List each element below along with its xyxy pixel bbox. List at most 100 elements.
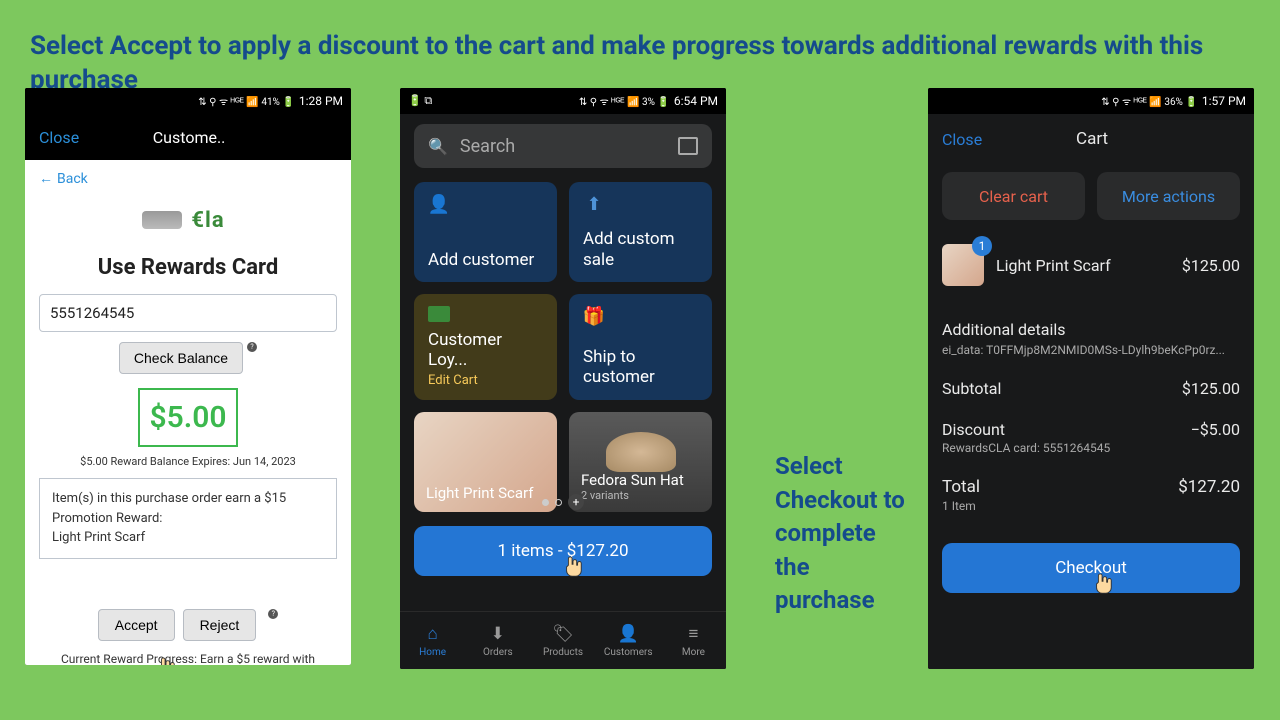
status-time: 6:54 PM (674, 94, 718, 108)
item-name: Light Print Scarf (996, 256, 1170, 275)
tile-label: Customer Loy... (428, 330, 543, 371)
item-thumbnail: 1 (942, 244, 984, 286)
more-actions-button[interactable]: More actions (1097, 172, 1240, 220)
upload-icon: ⬆ (583, 194, 605, 214)
ship-to-customer-tile[interactable]: 🎁 Ship to customer (569, 294, 712, 400)
loyalty-icon (428, 306, 450, 322)
close-button[interactable]: Close (942, 130, 982, 149)
tile-label: Add custom sale (583, 229, 698, 270)
total-row: Total 1 Item $127.20 (942, 477, 1240, 513)
product-tile-scarf[interactable]: Light Print Scarf (414, 412, 557, 512)
status-time: 1:57 PM (1202, 94, 1246, 108)
tile-label: Add customer (428, 250, 543, 270)
cart-body: Close Cart Clear cart More actions 1 Lig… (928, 114, 1254, 669)
page-dots[interactable]: + (542, 494, 584, 510)
details-value: ei_data: T0FFMjp8M2NMID0MSs-LDylh9beKcPp… (942, 343, 1240, 357)
more-icon: ≡ (688, 624, 698, 644)
app-header: Close Custome.. (25, 114, 351, 160)
nav-customers[interactable]: 👤Customers (596, 612, 661, 669)
subtotal-label: Subtotal (942, 379, 1001, 398)
help-icon[interactable]: ? (268, 609, 278, 619)
checkout-button[interactable]: Checkout (942, 543, 1240, 593)
products-icon: 🏷 (552, 624, 574, 644)
search-icon: 🔍 (428, 137, 448, 156)
status-bar: ⇅ ⚲ ᯤ ᴴᴳᴱ 📶 36% 🔋 1:57 PM (928, 88, 1254, 114)
details-label: Additional details (942, 320, 1240, 339)
back-link[interactable]: Back (25, 160, 351, 197)
product-variants: 2 variants (581, 489, 700, 502)
promo-text: Item(s) in this purchase order earn a $1… (52, 489, 324, 528)
rewards-body: Back €la Use Rewards Card 5551264545 Che… (25, 160, 351, 665)
cart-header: Close Cart (942, 114, 1240, 164)
home-icon: ⌂ (427, 624, 437, 644)
card-number-input[interactable]: 5551264545 (39, 294, 337, 332)
status-bar: ⇅ ⚲ ᯤ ᴴᴳᴱ 📶 41% 🔋 1:28 PM (25, 88, 351, 114)
clear-cart-button[interactable]: Clear cart (942, 172, 1085, 220)
orders-icon: ⬇ (491, 624, 505, 644)
quantity-badge: 1 (972, 236, 992, 256)
discount-row[interactable]: Discount RewardsCLA card: 5551264545 −$5… (942, 420, 1240, 455)
discount-label: Discount (942, 420, 1110, 439)
nav-orders[interactable]: ⬇Orders (465, 612, 530, 669)
reject-button[interactable]: Reject (183, 609, 257, 641)
cart-phone: ⇅ ⚲ ᯤ ᴴᴳᴱ 📶 36% 🔋 1:57 PM Close Cart Cle… (928, 88, 1254, 669)
nav-home[interactable]: ⌂Home (400, 612, 465, 669)
close-button[interactable]: Close (39, 128, 79, 147)
add-customer-tile[interactable]: 👤 Add customer (414, 182, 557, 282)
barcode-scan-icon[interactable] (678, 137, 698, 155)
discount-value: −$5.00 (1191, 420, 1240, 439)
rewards-heading: Use Rewards Card (25, 255, 351, 280)
additional-details[interactable]: Additional details ei_data: T0FFMjp8M2NM… (942, 320, 1240, 357)
status-icons: ⇅ ⚲ ᯤ ᴴᴳᴱ 📶 3% 🔋 (579, 94, 670, 108)
gift-icon: 🎁 (583, 306, 605, 326)
header-title: Custome.. (79, 128, 299, 147)
nav-products[interactable]: 🏷Products (530, 612, 595, 669)
pos-body: 🔍 Search 👤 Add customer ⬆ Add custom sal… (400, 114, 726, 669)
side-instruction: Select Checkout to complete the purchase (775, 450, 915, 618)
status-icons: ⇅ ⚲ ᯤ ᴴᴳᴱ 📶 36% 🔋 (1101, 94, 1198, 108)
subtotal-row: Subtotal $125.00 (942, 379, 1240, 398)
status-icons: ⇅ ⚲ ᯤ ᴴᴳᴱ 📶 41% 🔋 (198, 94, 295, 108)
balance-display: $5.00 (138, 388, 238, 447)
total-sub: 1 Item (942, 499, 980, 513)
total-label: Total (942, 477, 980, 497)
status-bar: 🔋 ⧉ ⇅ ⚲ ᯤ ᴴᴳᴱ 📶 3% 🔋 6:54 PM (400, 88, 726, 114)
total-value: $127.20 (1178, 477, 1240, 497)
status-left: 🔋 ⧉ (408, 94, 432, 108)
tile-sublabel: Edit Cart (428, 373, 543, 388)
checkout-label: Checkout (1055, 558, 1127, 578)
product-tile-hat[interactable]: Fedora Sun Hat 2 variants (569, 412, 712, 512)
item-price: $125.00 (1182, 256, 1240, 275)
add-custom-sale-tile[interactable]: ⬆ Add custom sale (569, 182, 712, 282)
product-name: Light Print Scarf (426, 484, 545, 502)
subtotal-value: $125.00 (1182, 379, 1240, 398)
check-balance-button[interactable]: Check Balance (119, 342, 243, 374)
customer-loyalty-tile[interactable]: Customer Loy... Edit Cart (414, 294, 557, 400)
product-name: Fedora Sun Hat (581, 471, 700, 489)
add-page-icon[interactable]: + (568, 494, 584, 510)
cart-title: Cart (982, 129, 1202, 149)
discount-detail: RewardsCLA card: 5551264545 (942, 441, 1110, 455)
cart-summary-button[interactable]: 1 items - $127.20 (414, 526, 712, 576)
cla-logo: €la (142, 201, 234, 239)
promo-box: Item(s) in this purchase order earn a $1… (39, 478, 337, 559)
person-icon: 👤 (428, 194, 450, 214)
status-time: 1:28 PM (299, 94, 343, 108)
pos-home-phone: 🔋 ⧉ ⇅ ⚲ ᯤ ᴴᴳᴱ 📶 3% 🔋 6:54 PM 🔍 Search 👤 … (400, 88, 726, 669)
cart-line-item[interactable]: 1 Light Print Scarf $125.00 (942, 244, 1240, 286)
search-bar[interactable]: 🔍 Search (414, 124, 712, 168)
balance-expiry: $5.00 Reward Balance Expires: Jun 14, 20… (25, 455, 351, 468)
dot-icon (542, 499, 549, 506)
hat-image (606, 432, 676, 472)
rewards-phone: ⇅ ⚲ ᯤ ᴴᴳᴱ 📶 41% 🔋 1:28 PM Close Custome.… (25, 88, 351, 665)
customers-icon: 👤 (618, 624, 639, 644)
tile-label: Ship to customer (583, 347, 698, 388)
nav-more[interactable]: ≡More (661, 612, 726, 669)
bottom-nav: ⌂Home ⬇Orders 🏷Products 👤Customers ≡More (400, 611, 726, 669)
dot-icon (555, 499, 562, 506)
search-placeholder: Search (460, 136, 666, 157)
accept-button[interactable]: Accept (98, 609, 175, 641)
logo-row: €la (25, 201, 351, 239)
promo-item: Light Print Scarf (52, 528, 324, 548)
help-icon[interactable]: ? (247, 342, 257, 352)
